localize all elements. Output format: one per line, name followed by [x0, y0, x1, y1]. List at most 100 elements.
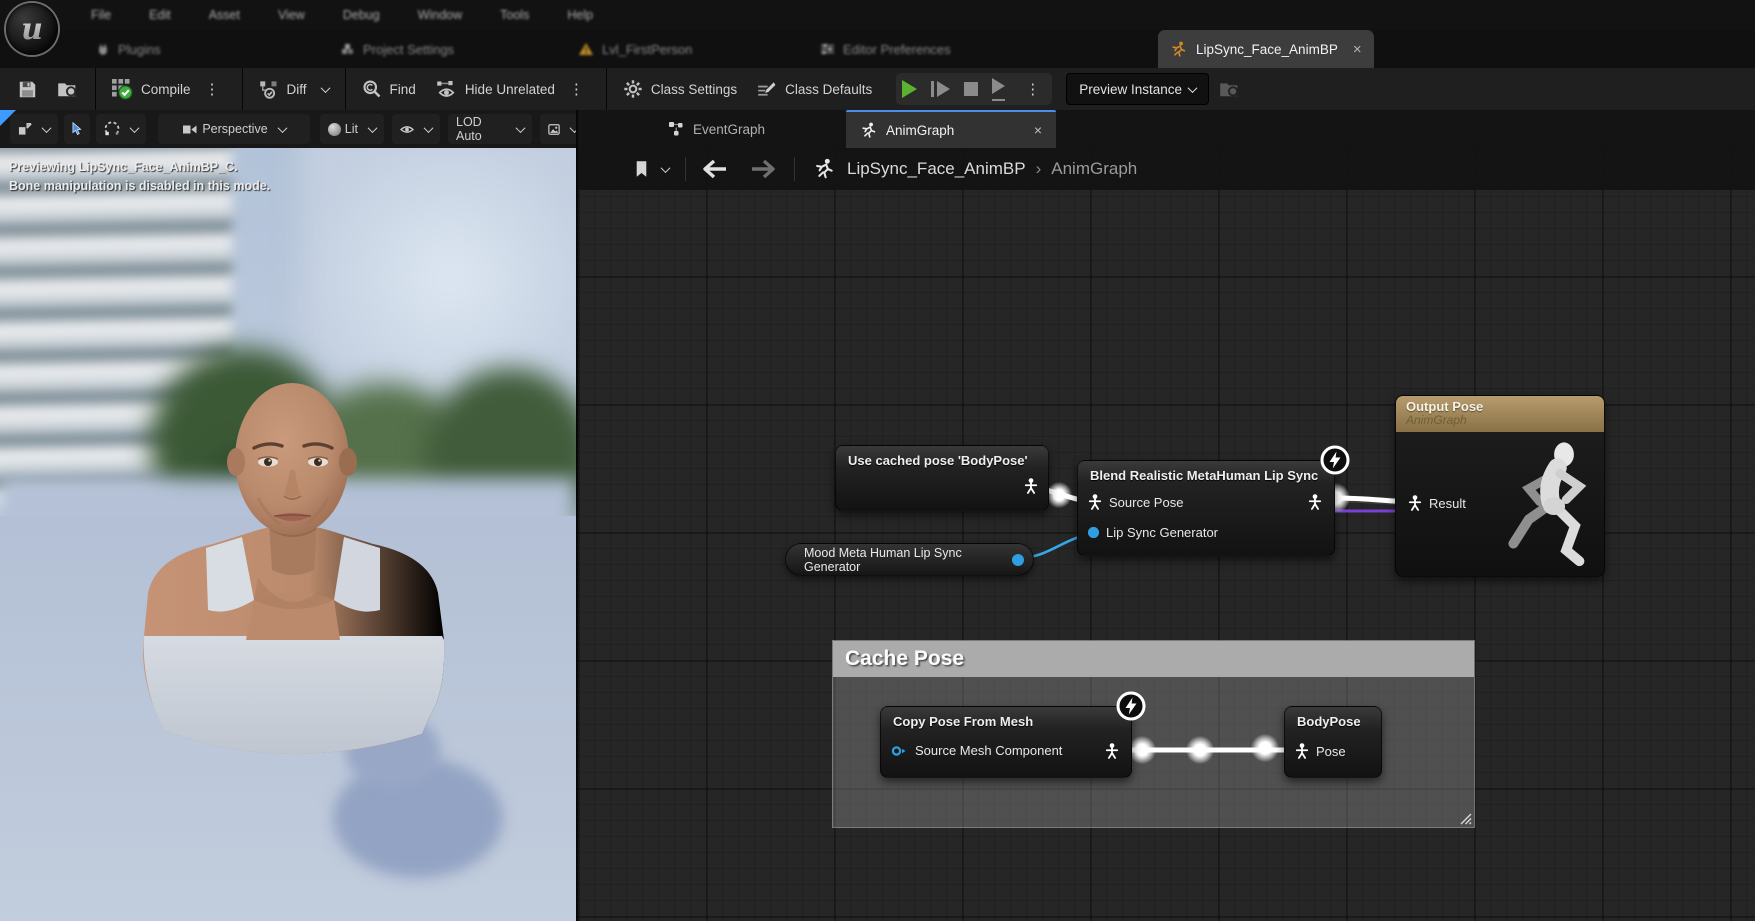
- result-pin[interactable]: Result: [1408, 495, 1466, 511]
- node-title: BodyPose: [1285, 707, 1381, 732]
- node-mood-lipsync-generator[interactable]: Mood Meta Human Lip Sync Generator: [785, 543, 1034, 576]
- lipsync-generator-pin[interactable]: Lip Sync Generator: [1088, 525, 1218, 540]
- diff-chevron-down-icon: [320, 83, 330, 93]
- node-copy-pose-from-mesh[interactable]: Copy Pose From Mesh Source Mesh Componen…: [880, 706, 1132, 778]
- wire-pulse-dot: [1186, 736, 1214, 764]
- skip-triangle: [992, 78, 1005, 94]
- lit-sphere-icon: [328, 123, 341, 136]
- menu-tools[interactable]: Tools: [490, 8, 539, 22]
- source-mesh-component-pin[interactable]: Source Mesh Component: [891, 743, 1062, 758]
- tab-project-settings[interactable]: Project Settings: [330, 30, 464, 68]
- node-body-pose[interactable]: BodyPose Pose: [1284, 706, 1382, 778]
- pin-label: Result: [1429, 496, 1466, 511]
- menu-file[interactable]: File: [81, 8, 121, 22]
- blue-pin-icon: [1088, 527, 1099, 538]
- viewport-options-button[interactable]: [10, 114, 58, 144]
- menu-help[interactable]: Help: [557, 8, 603, 22]
- perspective-dropdown[interactable]: Perspective: [158, 114, 310, 144]
- tab-editor-preferences-label: Editor Preferences: [843, 42, 951, 57]
- pose-watch-badge-icon[interactable]: [1115, 690, 1147, 722]
- find-button[interactable]: Find: [352, 68, 426, 110]
- menu-edit[interactable]: Edit: [139, 8, 181, 22]
- tab-project-settings-label: Project Settings: [363, 42, 454, 57]
- lod-dropdown[interactable]: LOD Auto: [448, 114, 532, 144]
- compile-options-kebab-icon[interactable]: ⋮: [199, 80, 226, 98]
- node-title: Mood Meta Human Lip Sync Generator: [804, 546, 1003, 574]
- output-pose-pin[interactable]: [1024, 478, 1038, 494]
- mood-output-pin[interactable]: [1012, 554, 1024, 566]
- blend-output-pin[interactable]: [1308, 494, 1322, 510]
- class-settings-button[interactable]: Class Settings: [613, 68, 747, 110]
- class-defaults-button[interactable]: Class Defaults: [747, 68, 882, 110]
- screenshot-chevron-icon: [570, 123, 576, 133]
- menu-asset[interactable]: Asset: [199, 8, 250, 22]
- save-button[interactable]: [8, 68, 47, 110]
- browse-button[interactable]: [47, 68, 89, 110]
- save-icon: [18, 80, 37, 99]
- pencil-defaults-icon: [757, 80, 777, 99]
- tab-editor-preferences[interactable]: Editor Preferences: [810, 30, 961, 68]
- play-options-kebab-icon[interactable]: ⋮: [1019, 80, 1046, 98]
- preview-instance-dropdown[interactable]: Preview Instance: [1066, 73, 1209, 105]
- project-settings-icon: [340, 42, 355, 57]
- warning-icon: [578, 42, 594, 56]
- show-flags-chevron-icon: [424, 123, 434, 133]
- unreal-logo-icon[interactable]: u: [6, 3, 58, 55]
- tab-eventgraph[interactable]: EventGraph: [654, 110, 779, 148]
- pose-input-pin[interactable]: Pose: [1295, 743, 1346, 759]
- blue-hollow-pin-icon: [891, 745, 908, 757]
- lit-chevron-icon: [368, 123, 378, 133]
- copy-pose-output-pin[interactable]: [1105, 743, 1119, 759]
- transform-gizmo-button[interactable]: [96, 114, 146, 144]
- hide-unrelated-button[interactable]: Hide Unrelated ⋮: [426, 68, 600, 110]
- tab-lipsync-face-animbp[interactable]: LipSync_Face_AnimBP ×: [1158, 30, 1374, 68]
- find-icon: [362, 79, 382, 99]
- select-tool-button[interactable]: [64, 114, 90, 144]
- step-forward-button[interactable]: [931, 81, 950, 97]
- tab-close-icon[interactable]: ×: [1353, 41, 1362, 58]
- browse-to-instance-button[interactable]: [1209, 68, 1251, 110]
- tab-lvl-firstperson[interactable]: Lvl_FirstPerson: [568, 30, 702, 68]
- compile-button[interactable]: Compile ⋮: [102, 68, 236, 110]
- pin-label: Lip Sync Generator: [1106, 525, 1218, 540]
- pin-label: Pose: [1316, 744, 1346, 759]
- viewport-status-overlay: Previewing LipSync_Face_AnimBP_C. Bone m…: [9, 158, 270, 196]
- skip-to-end-button[interactable]: [992, 78, 1005, 101]
- menu-debug[interactable]: Debug: [333, 8, 390, 22]
- animgraph-canvas[interactable]: Cache Pose Use cached pose 'BodyPose': [578, 148, 1755, 921]
- pin-label: Source Mesh Component: [915, 743, 1062, 758]
- play-button[interactable]: [902, 80, 917, 98]
- node-blend-metahuman-lipsync[interactable]: Blend Realistic MetaHuman Lip Sync Sourc…: [1077, 460, 1335, 556]
- preview-viewport-panel: Previewing LipSync_Face_AnimBP_C. Bone m…: [0, 110, 576, 921]
- pose-watch-badge-icon[interactable]: [1319, 444, 1351, 476]
- menu-items: File Edit Asset View Debug Window Tools …: [72, 8, 612, 22]
- diff-button[interactable]: Diff: [249, 68, 339, 110]
- node-output-pose[interactable]: Output Pose AnimGraph Result: [1395, 395, 1605, 577]
- step-triangle: [937, 81, 950, 97]
- tab-plugins[interactable]: Plugins: [86, 30, 171, 68]
- document-tab-row: Plugins Project Settings Lvl_FirstPerson…: [0, 30, 1755, 68]
- eventgraph-icon: [668, 121, 684, 137]
- tab-eventgraph-label: EventGraph: [693, 122, 765, 137]
- node-use-cached-pose[interactable]: Use cached pose 'BodyPose': [835, 445, 1049, 511]
- stop-button[interactable]: [964, 82, 978, 96]
- unreal-editor-window: File Edit Asset View Debug Window Tools …: [0, 0, 1755, 921]
- preview-instance-label: Preview Instance: [1079, 82, 1182, 97]
- lod-label: LOD Auto: [456, 115, 506, 143]
- menu-window[interactable]: Window: [408, 8, 472, 22]
- node-title: Output Pose: [1406, 399, 1594, 414]
- hide-unrelated-kebab-icon[interactable]: ⋮: [563, 80, 590, 98]
- find-label: Find: [390, 82, 416, 97]
- screenshot-dropdown[interactable]: [540, 114, 576, 144]
- preview-3d-scene[interactable]: Previewing LipSync_Face_AnimBP_C. Bone m…: [0, 148, 576, 921]
- image-icon: [548, 123, 560, 136]
- lit-mode-dropdown[interactable]: Lit: [320, 114, 384, 144]
- wire-pulse-dot: [1251, 734, 1279, 762]
- menu-view[interactable]: View: [268, 8, 315, 22]
- tab-close-icon[interactable]: ×: [1034, 122, 1042, 138]
- show-flags-dropdown[interactable]: [392, 114, 440, 144]
- source-pose-pin[interactable]: Source Pose: [1088, 494, 1183, 510]
- animbp-runner-icon: [1170, 41, 1187, 58]
- tab-animgraph[interactable]: AnimGraph ×: [846, 110, 1056, 148]
- toolbar-separator: [242, 68, 243, 110]
